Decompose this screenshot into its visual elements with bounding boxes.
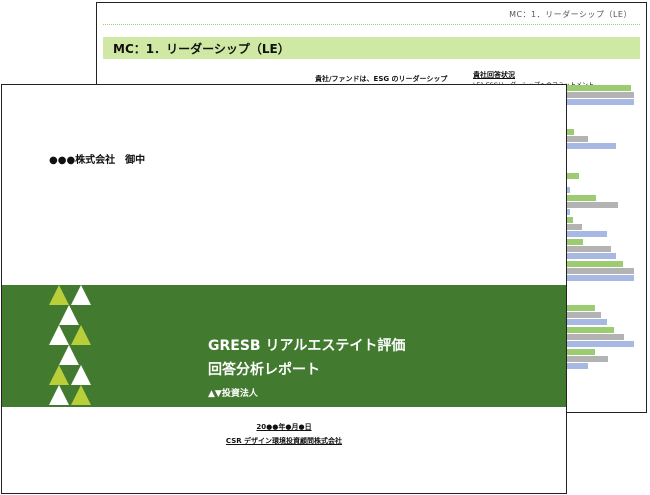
response-status-label: 貴社回答状況 bbox=[473, 71, 515, 79]
triangle-logo-icon bbox=[49, 285, 91, 405]
issuer-company: CSR デザイン環境投資顧問株式会社 bbox=[2, 436, 566, 446]
header-divider bbox=[103, 24, 640, 25]
report-date-text: 20●●年●月●日 bbox=[256, 423, 312, 431]
question-label: 貴社/ファンドは、ESG のリーダーシップ bbox=[315, 75, 448, 83]
report-date: 20●●年●月●日 bbox=[2, 422, 566, 432]
report-title-line1: GRESB リアルエステイト評価 bbox=[208, 338, 406, 354]
report-client-line: ▲▼投資法人 bbox=[208, 389, 258, 399]
issuer-company-text: CSR デザイン環境投資顧問株式会社 bbox=[225, 437, 343, 445]
client-name: ●●●株式会社 御中 bbox=[49, 155, 146, 166]
report-title-line2: 回答分析レポート bbox=[208, 362, 320, 378]
back-page-header: MC：1．リーダーシップ（LE） bbox=[509, 10, 632, 19]
section-title: MC：1．リーダーシップ（LE） bbox=[113, 42, 290, 56]
title-band: GRESB リアルエステイト評価 回答分析レポート ▲▼投資法人 bbox=[2, 285, 566, 407]
cover-page: ●●●株式会社 御中 GRESB リアルエステイト評価 回答分析レポート ▲▼投… bbox=[1, 84, 567, 494]
section-title-band: MC：1．リーダーシップ（LE） bbox=[103, 37, 640, 59]
